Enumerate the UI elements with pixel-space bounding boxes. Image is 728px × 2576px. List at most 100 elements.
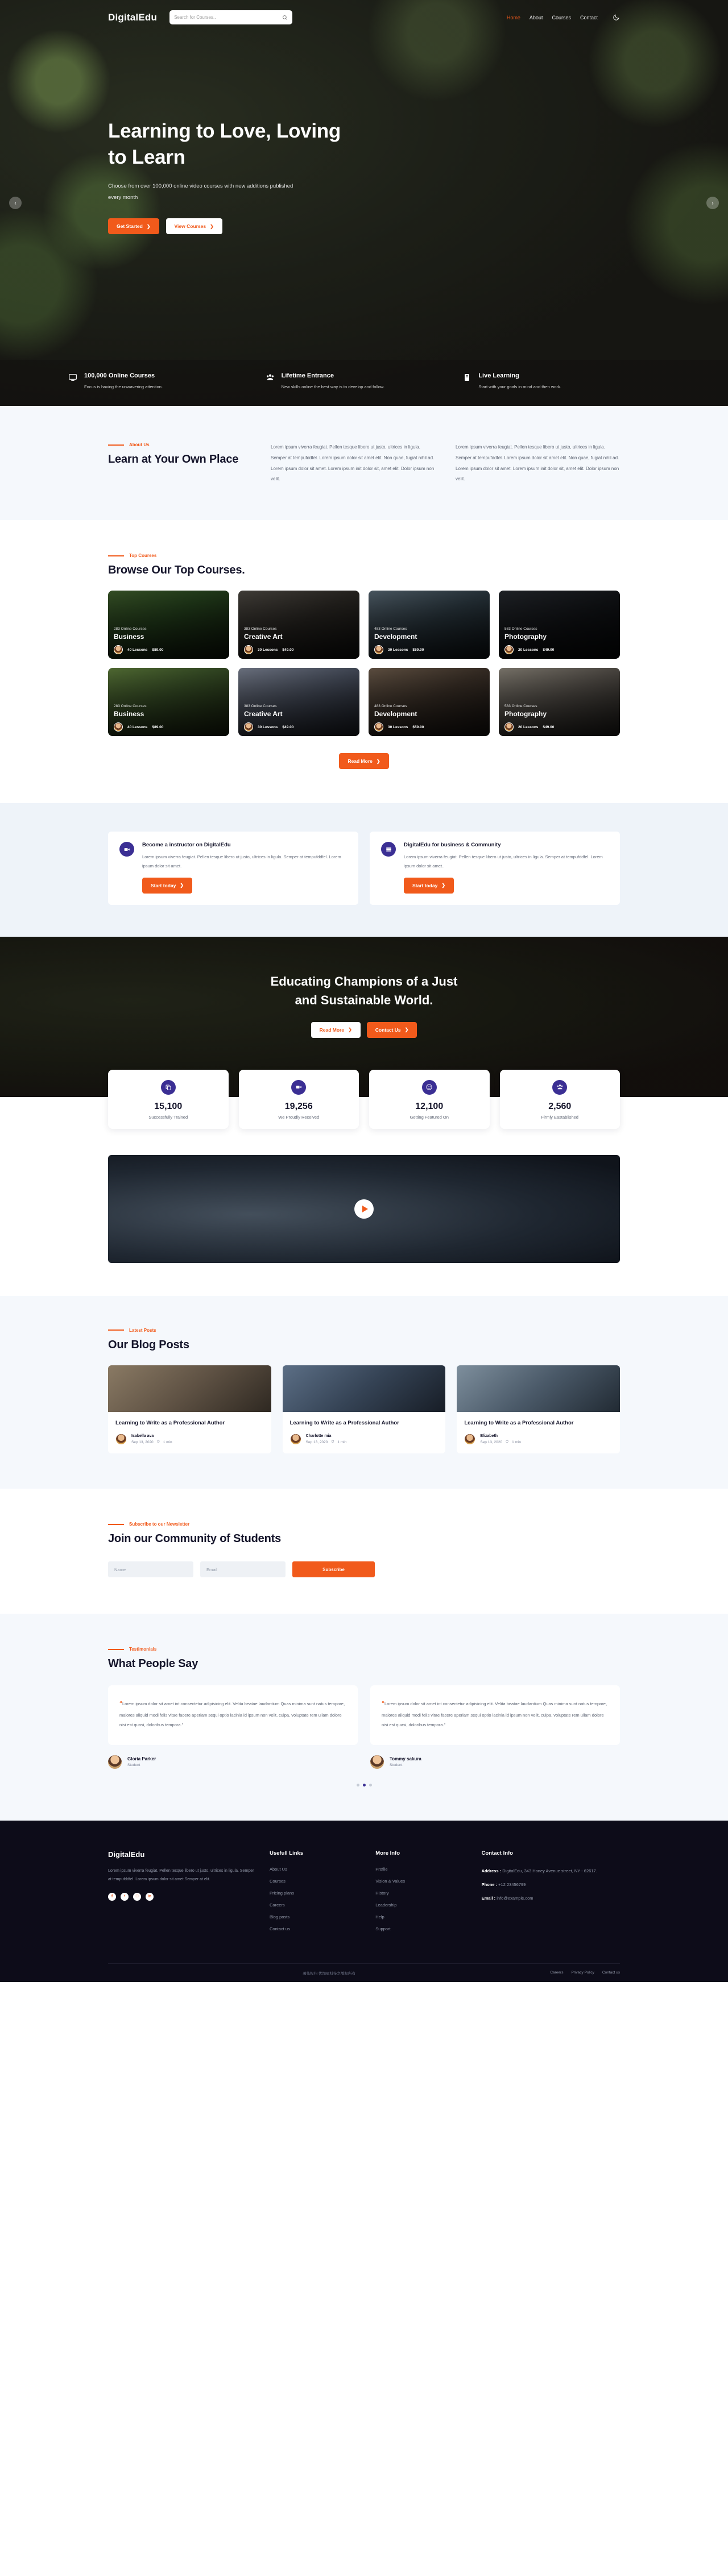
- blog-card[interactable]: Learning to Write as a Professional Auth…: [457, 1365, 620, 1454]
- course-lessons: 30 Lessons: [388, 725, 408, 729]
- footer-link-vision-values[interactable]: Vision & Values: [375, 1879, 468, 1884]
- footer-email: Email : info@example.com: [482, 1894, 620, 1902]
- testimonials-section: Testimonials What People Say “Lorem ipsu…: [0, 1614, 728, 1821]
- blog-eyebrow-label: Latest Posts: [129, 1327, 156, 1333]
- hero-feature-title: 100,000 Online Courses: [84, 372, 155, 379]
- hero-feature-title: Live Learning: [478, 372, 519, 379]
- nav-item-contact[interactable]: Contact: [580, 15, 598, 20]
- footer-link-privacy-policy[interactable]: Privacy Policy: [571, 1971, 594, 1975]
- stat-number: 12,100: [415, 1101, 444, 1111]
- blog-section: Latest Posts Our Blog Posts Learning to …: [0, 1295, 728, 1489]
- footer-address: Address : DigitalEdu, 343 Honey Avenue s…: [482, 1867, 620, 1875]
- blog-read-time: 1 min: [163, 1440, 172, 1444]
- testimonial-author-name: Gloria Parker: [127, 1756, 156, 1762]
- promo-title: Become a instructor on DigitalEdu: [142, 842, 231, 849]
- about-section: About Us Learn at Your Own Place Lorem i…: [0, 406, 728, 521]
- promo-start-today-button[interactable]: Start today ❯: [142, 877, 193, 894]
- footer-useful-links-column: Usefull Links About Us Courses Pricing pla…: [270, 1850, 362, 1938]
- newsletter-title: Join our Community of Students: [108, 1532, 281, 1545]
- course-card[interactable]: 283 Online Courses Business 40 Lessons $89.…: [108, 591, 229, 659]
- site-footer: DigitalEdu Lorem ipsum viverra feugiat. …: [0, 1820, 728, 1982]
- avatar: [374, 645, 383, 655]
- twitter-icon[interactable]: ᵛ: [121, 1892, 129, 1901]
- course-name: Development: [374, 633, 417, 641]
- search-icon[interactable]: [282, 15, 288, 20]
- course-card[interactable]: 583 Online Courses Photography 20 Lessons $…: [499, 591, 620, 659]
- course-card[interactable]: 483 Online Courses Development 30 Lessons $…: [369, 591, 490, 659]
- play-button[interactable]: [354, 1199, 374, 1219]
- testimonial-quote: “Lorem ipsum dolor sit amet int consecte…: [382, 1698, 609, 1730]
- eyebrow-dash-icon: [108, 444, 124, 446]
- blog-card[interactable]: Learning to Write as a Professional Auth…: [282, 1365, 446, 1454]
- blog-read-time: 1 min: [512, 1440, 521, 1444]
- course-card[interactable]: 583 Online Courses Photography 20 Lessons $…: [499, 668, 620, 737]
- footer-link-careers[interactable]: Careers: [550, 1971, 563, 1975]
- footer-link-careers[interactable]: Careers: [270, 1902, 362, 1908]
- banner-title-line-1: Educating Champions of a Just: [270, 974, 458, 988]
- moon-icon[interactable]: [613, 14, 620, 21]
- carousel-dot-active[interactable]: [362, 1783, 366, 1786]
- instagram-icon[interactable]: □: [133, 1892, 141, 1901]
- promo-start-today-button[interactable]: Start today ❯: [404, 877, 454, 894]
- get-started-button[interactable]: Get Started ❯: [108, 218, 159, 235]
- nav-item-courses[interactable]: Courses: [552, 15, 571, 20]
- hero-cta-group: Get Started ❯ View Courses ❯: [108, 218, 620, 235]
- site-logo[interactable]: DigitalEdu: [108, 12, 157, 23]
- banner-title: Educating Champions of a Just and Sustai…: [0, 972, 728, 1009]
- promo-desc: Lorem ipsum viverra feugiat. Pellen tesq…: [142, 854, 341, 869]
- testimonial-quote-text: Lorem ipsum dolor sit amet int consectet…: [382, 1701, 607, 1727]
- nav-item-home[interactable]: Home: [507, 15, 520, 20]
- about-heading-block: About Us Learn at Your Own Place: [108, 442, 250, 485]
- newsletter-name-input[interactable]: [108, 1561, 193, 1578]
- blog-post-title: Learning to Write as a Professional Auth…: [289, 1419, 399, 1426]
- carousel-dot[interactable]: [369, 1783, 372, 1786]
- search-box[interactable]: [169, 10, 293, 24]
- newsletter-subscribe-button[interactable]: Subscribe: [292, 1561, 375, 1578]
- footer-link-support[interactable]: Support: [375, 1926, 468, 1931]
- avatar: [244, 722, 253, 732]
- video-player[interactable]: [108, 1154, 620, 1263]
- footer-link-courses[interactable]: Courses: [270, 1879, 362, 1884]
- about-title: Learn at Your Own Place: [108, 453, 239, 466]
- banner-read-more-button[interactable]: Read More ❯: [311, 1021, 361, 1038]
- linkedin-icon[interactable]: in: [146, 1892, 154, 1901]
- banner-contact-us-button[interactable]: Contact Us ❯: [366, 1021, 417, 1038]
- footer-link-about-us[interactable]: About Us: [270, 1867, 362, 1872]
- footer-brand-column: DigitalEdu Lorem ipsum viverra feugiat. …: [108, 1850, 256, 1938]
- avatar: [244, 645, 253, 655]
- newsletter-email-input[interactable]: [200, 1561, 286, 1578]
- footer-link-contact-us[interactable]: Contact us: [270, 1926, 362, 1931]
- stat-label: We Proudly Received: [278, 1114, 320, 1120]
- footer-logo: DigitalEdu: [108, 1850, 145, 1859]
- copy-icon: [160, 1079, 176, 1095]
- blog-date: Sep 13, 2020: [480, 1440, 503, 1444]
- footer-link-help[interactable]: Help: [375, 1914, 468, 1919]
- people-icon: [552, 1079, 568, 1095]
- course-card[interactable]: 483 Online Courses Development 30 Lessons $…: [369, 668, 490, 737]
- footer-more-info-column: More Info Profile Vision & Values History L…: [375, 1850, 468, 1938]
- course-count: 283 Online Courses: [114, 704, 147, 709]
- nav-item-about[interactable]: About: [530, 15, 543, 20]
- footer-link-leadership[interactable]: Leadership: [375, 1902, 468, 1908]
- avatar: [289, 1434, 301, 1445]
- carousel-next-button[interactable]: ›: [706, 197, 719, 209]
- course-count: 283 Online Courses: [114, 627, 147, 631]
- footer-link-profile[interactable]: Profile: [375, 1867, 468, 1872]
- course-card[interactable]: 383 Online Courses Creative Art 30 Lessons…: [238, 591, 359, 659]
- search-input[interactable]: [174, 15, 283, 20]
- footer-link-history[interactable]: History: [375, 1891, 468, 1896]
- footer-about-text: Lorem ipsum viverra feugiat. Pellen tesq…: [108, 1868, 254, 1881]
- blog-card[interactable]: Learning to Write as a Professional Auth…: [108, 1365, 271, 1454]
- footer-link-blog-posts[interactable]: Blog posts: [270, 1914, 362, 1919]
- course-card[interactable]: 383 Online Courses Creative Art 30 Lessons…: [238, 668, 359, 737]
- carousel-prev-button[interactable]: ‹: [9, 197, 22, 209]
- view-courses-button[interactable]: View Courses ❯: [166, 218, 222, 235]
- courses-read-more-button[interactable]: Read More ❯: [339, 753, 389, 770]
- course-card[interactable]: 283 Online Courses Business 40 Lessons $89.…: [108, 668, 229, 737]
- footer-link-contact-us[interactable]: Contact us: [602, 1971, 620, 1975]
- carousel-dot[interactable]: [356, 1783, 359, 1786]
- course-price: $49.00: [282, 725, 294, 729]
- facebook-icon[interactable]: f: [108, 1892, 116, 1901]
- footer-link-pricing-plans[interactable]: Pricing plans: [270, 1891, 362, 1896]
- testimonial-author: Gloria Parker Student: [108, 1755, 358, 1769]
